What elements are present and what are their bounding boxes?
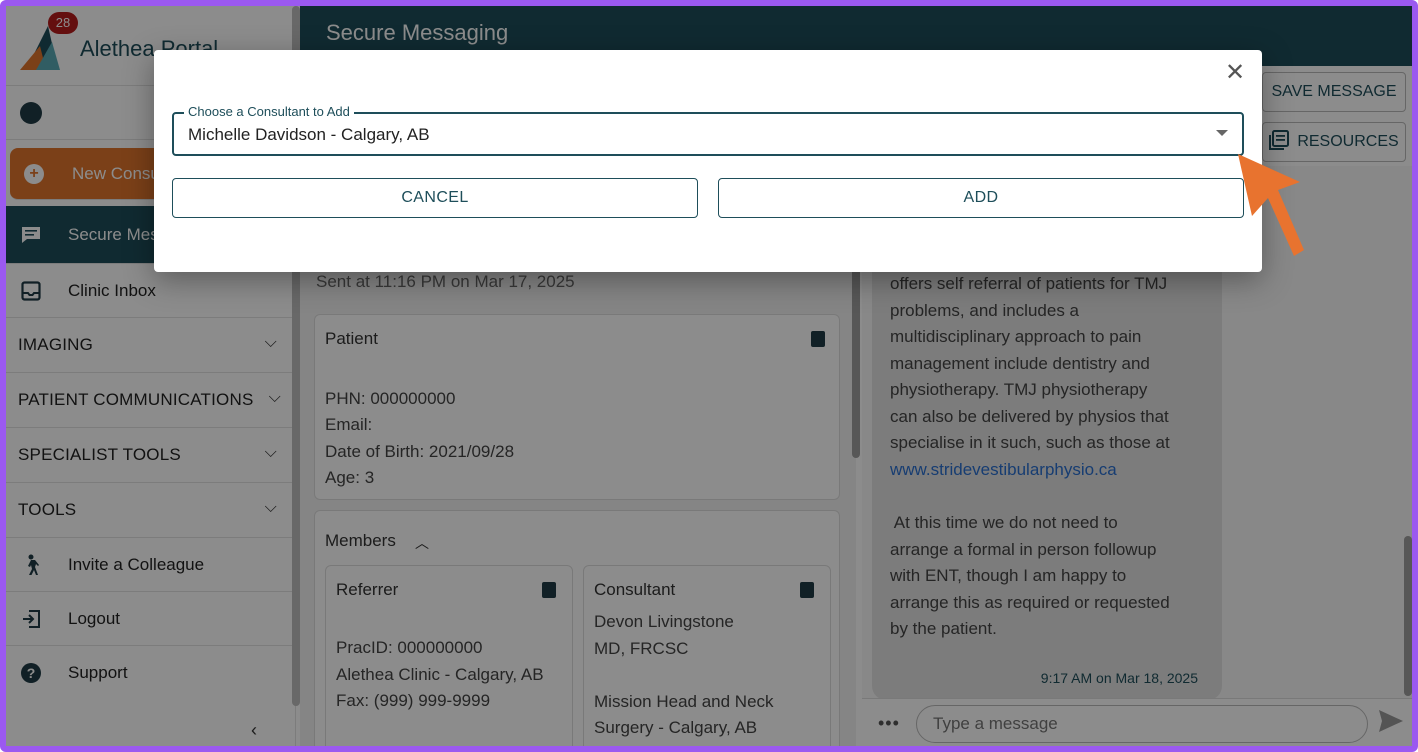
add-button[interactable]: ADD [718,178,1244,218]
screenshot-frame: 28 Alethea Portal + New Consult Secure M… [0,0,1418,752]
consultant-select[interactable]: Choose a Consultant to Add Michelle Davi… [172,104,1244,156]
close-icon[interactable]: ✕ [1222,60,1248,86]
cancel-button[interactable]: CANCEL [172,178,698,218]
dropdown-caret-icon[interactable] [1216,130,1228,136]
consultant-select-value: Michelle Davidson - Calgary, AB [188,125,430,144]
app-root: 28 Alethea Portal + New Consult Secure M… [6,6,1412,746]
annotation-arrow-icon [1238,154,1304,256]
consultant-select-label: Choose a Consultant to Add [184,104,354,119]
add-consultant-dialog: ✕ Choose a Consultant to Add Michelle Da… [154,50,1262,272]
